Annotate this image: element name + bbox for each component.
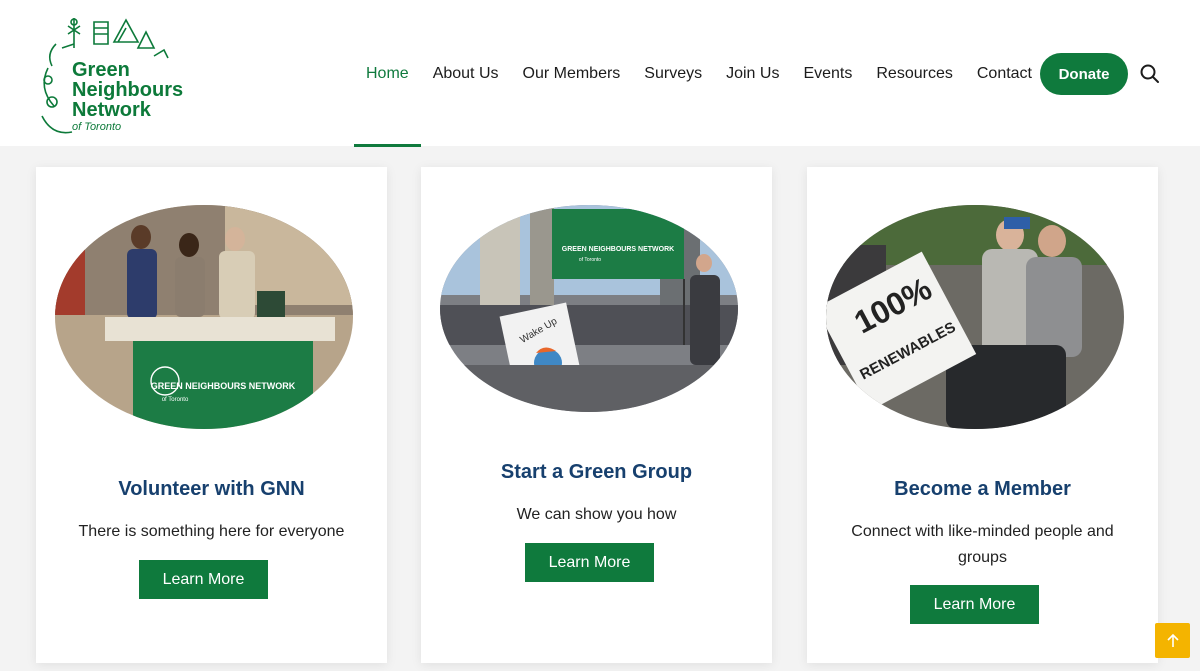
nav-contact[interactable]: Contact	[965, 52, 1044, 96]
arrow-up-icon	[1166, 633, 1179, 647]
learn-more-button[interactable]: Learn More	[139, 560, 268, 599]
banner-subtext: of Toronto	[579, 257, 601, 263]
card-become-member: 100% RENEWABLES Become a Member Connect …	[807, 167, 1158, 663]
card-title: Volunteer with GNN	[118, 478, 305, 500]
nav-active-indicator	[354, 144, 421, 147]
nav-our-members[interactable]: Our Members	[511, 52, 633, 96]
card-volunteer: GREEN NEIGHBOURS NETWORK of Toronto Volu…	[36, 167, 387, 663]
banner-text: GREEN NEIGHBOURS NETWORK	[151, 381, 296, 391]
nav-home[interactable]: Home	[354, 52, 421, 96]
site-header: Green Neighbours Network of Toronto Home…	[0, 0, 1200, 147]
card-description: We can show you how	[516, 506, 677, 523]
renewables-photo: 100% RENEWABLES	[826, 205, 1124, 429]
card-description: There is something here for everyone	[78, 523, 345, 540]
nav-surveys[interactable]: Surveys	[632, 52, 714, 96]
learn-more-button[interactable]: Learn More	[525, 543, 654, 582]
nav-events[interactable]: Events	[791, 52, 864, 96]
search-icon	[1140, 64, 1159, 83]
logo-line-3: Network	[72, 99, 151, 121]
logo-line-1: Green	[72, 59, 130, 81]
logo-line-2: Neighbours	[72, 79, 184, 101]
nav-about-us[interactable]: About Us	[421, 52, 511, 96]
main-nav: Home About Us Our Members Surveys Join U…	[354, 52, 1044, 96]
nav-resources[interactable]: Resources	[864, 52, 964, 96]
logo-line-4: of Toronto	[72, 121, 122, 133]
nav-join-us[interactable]: Join Us	[714, 52, 791, 96]
march-photo: GREEN NEIGHBOURS NETWORK of Toronto Wake…	[440, 205, 738, 412]
card-start-green-group: GREEN NEIGHBOURS NETWORK of Toronto Wake…	[421, 167, 772, 663]
site-logo[interactable]: Green Neighbours Network of Toronto	[34, 8, 194, 142]
search-button[interactable]	[1138, 62, 1162, 86]
scroll-to-top-button[interactable]	[1155, 623, 1190, 658]
donate-button[interactable]: Donate	[1040, 53, 1128, 95]
card-description: Connect with like-minded people and grou…	[851, 523, 1114, 566]
card-title: Become a Member	[894, 478, 1071, 500]
learn-more-button[interactable]: Learn More	[910, 585, 1039, 624]
card-title: Start a Green Group	[500, 461, 693, 483]
logo-wordmark: Green Neighbours Network of Toronto	[72, 60, 183, 134]
banner-subtext: of Toronto	[162, 397, 189, 403]
volunteer-photo: GREEN NEIGHBOURS NETWORK of Toronto	[55, 205, 353, 429]
banner-text: GREEN NEIGHBOURS NETWORK	[562, 246, 674, 253]
